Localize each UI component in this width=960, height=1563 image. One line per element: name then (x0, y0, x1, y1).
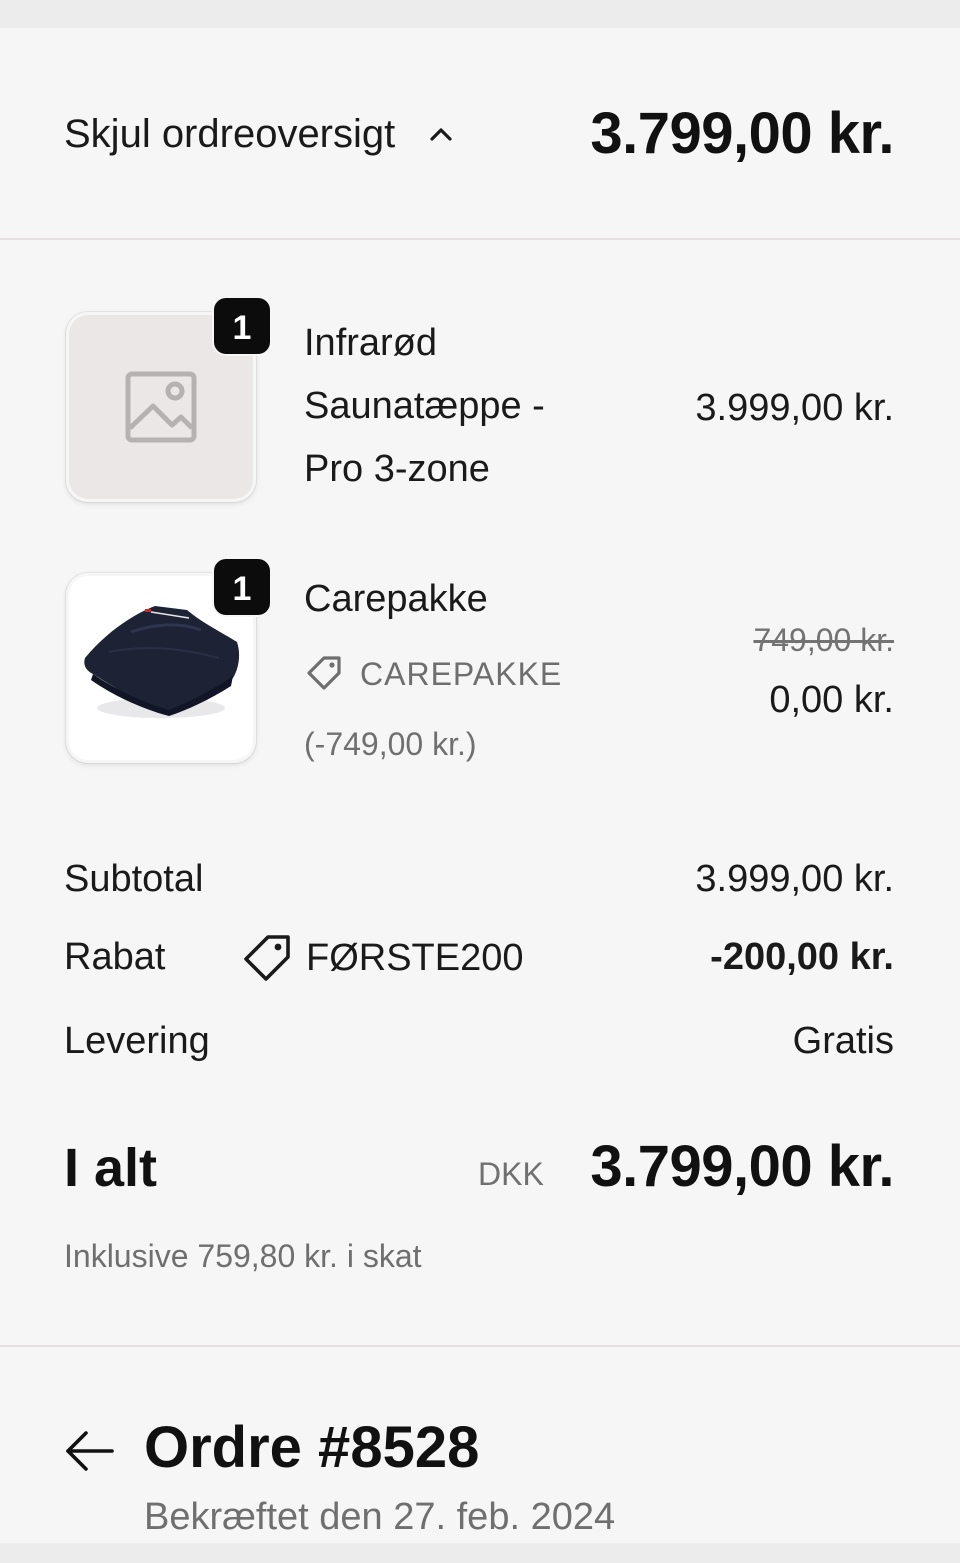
discount-label: Rabat (64, 936, 166, 978)
item-name-line: Infrarød (304, 322, 438, 364)
product-thumbnail: 1 (66, 296, 272, 502)
order-summary-toggle[interactable]: Skjul ordreoversigt (64, 110, 457, 158)
shipping-label: Levering (64, 1020, 210, 1062)
order-confirmed-date: Bekræftet den 27. feb. 2024 (144, 1496, 616, 1538)
item-discount: CAREPAKKE (304, 652, 562, 696)
tag-icon (244, 935, 290, 981)
item-price: 0,00 kr. (769, 679, 894, 721)
divider (0, 1345, 960, 1347)
discount-code-chip: FØRSTE200 (240, 932, 524, 984)
currency-code: DKK (478, 1156, 544, 1192)
bottom-edge (0, 1543, 960, 1563)
order-title: Ordre #8528 (144, 1415, 480, 1480)
total-label: I alt (64, 1138, 158, 1198)
discount-code: FØRSTE200 (306, 936, 524, 979)
divider (0, 238, 960, 240)
subtotal-value: 3.999,00 kr. (695, 858, 894, 900)
item-discount-amount: (-749,00 kr.) (304, 726, 477, 762)
item-original-price: 749,00 kr. (753, 622, 894, 658)
chevron-up-icon (430, 128, 452, 141)
order-summary-panel (0, 28, 960, 1543)
discount-value: -200,00 kr. (710, 936, 894, 978)
quantity-badge: 1 (212, 296, 272, 356)
tax-note: Inklusive 759,80 kr. i skat (64, 1238, 422, 1274)
grand-total: 3.799,00 kr. (590, 1134, 894, 1199)
item-discount-code: CAREPAKKE (360, 655, 563, 692)
item-price: 3.999,00 kr. (695, 387, 894, 429)
back-arrow-icon[interactable] (62, 1424, 116, 1478)
top-edge (0, 0, 960, 28)
product-thumbnail: 1 (66, 557, 272, 763)
order-summary-toggle-label: Skjul ordreoversigt (64, 112, 396, 156)
item-name: Carepakke (304, 578, 488, 620)
item-name-line: Saunatæppe - (304, 385, 545, 427)
summary-total: 3.799,00 kr. (590, 101, 894, 166)
shipping-value: Gratis (792, 1020, 894, 1062)
quantity-badge: 1 (212, 557, 272, 617)
tag-icon (307, 656, 341, 690)
subtotal-label: Subtotal (64, 858, 204, 900)
item-name-line: Pro 3-zone (304, 448, 490, 490)
item-name: Infrarød Saunatæppe - Pro 3-zone (304, 312, 545, 501)
